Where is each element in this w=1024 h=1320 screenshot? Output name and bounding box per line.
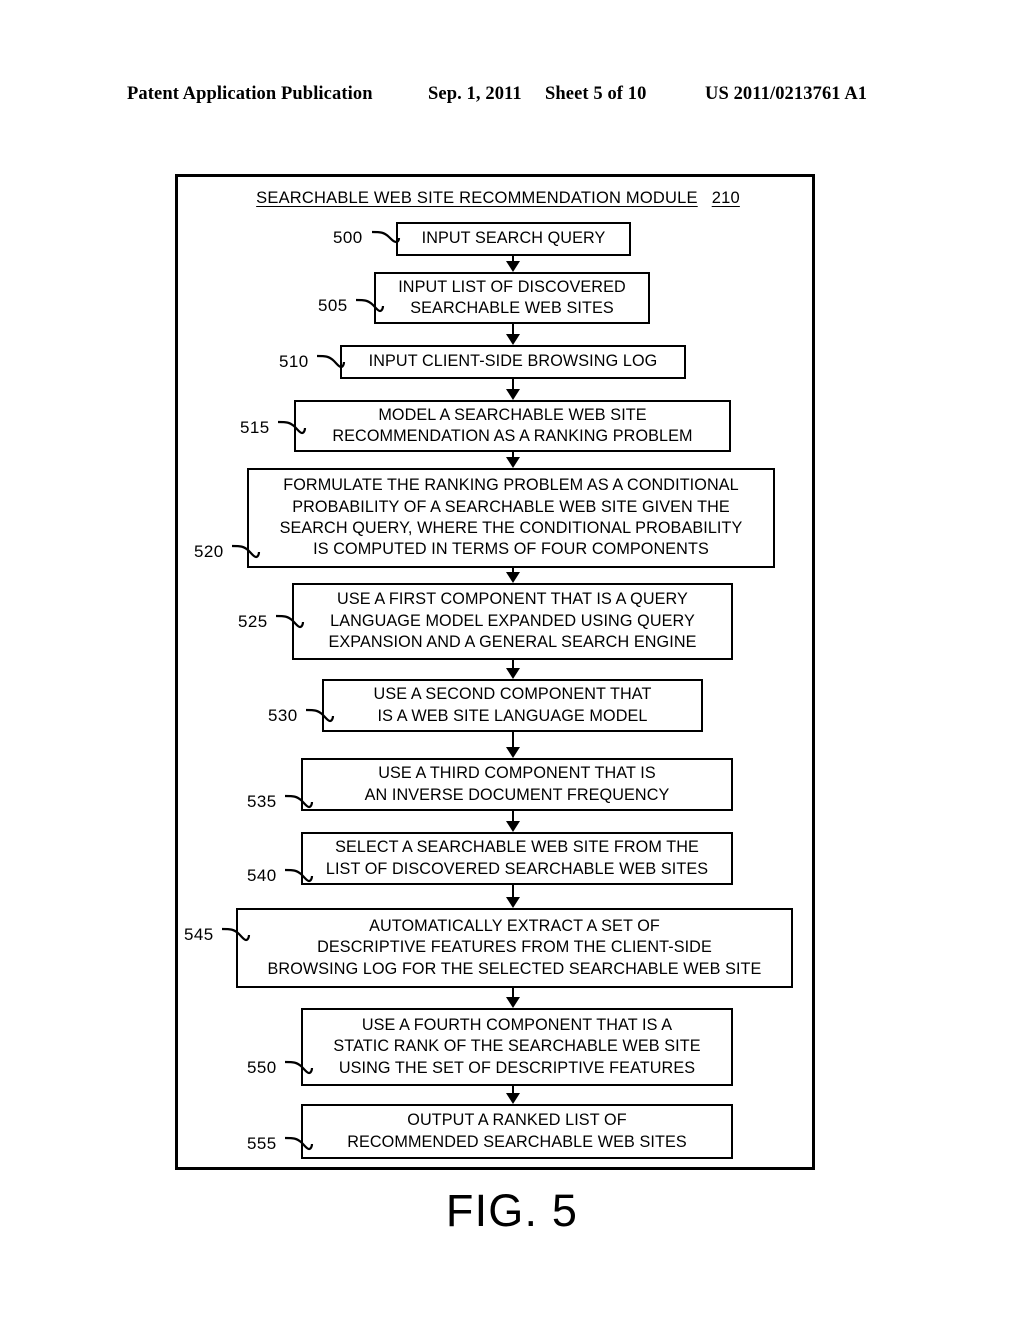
flow-box-525-line-3: EXPANSION AND A GENERAL SEARCH ENGINE <box>328 633 697 652</box>
flow-box-525-line-1: USE A FIRST COMPONENT THAT IS A QUERY <box>337 590 688 609</box>
flow-box-520-line-1: FORMULATE THE RANKING PROBLEM AS A CONDI… <box>283 476 739 495</box>
ref-numeral-550: 550 <box>247 1058 277 1077</box>
flow-box-555[interactable]: OUTPUT A RANKED LIST OF RECOMMENDED SEAR… <box>301 1104 733 1159</box>
flow-box-525-line-2: LANGUAGE MODEL EXPANDED USING QUERY <box>330 611 695 630</box>
flow-box-545-line-3: BROWSING LOG FOR THE SELECTED SEARCHABLE… <box>267 959 762 978</box>
flow-box-540-line-1: SELECT A SEARCHABLE WEB SITE FROM THE <box>335 838 699 857</box>
connector-545-550-head <box>506 997 520 1008</box>
connector-520-525-head <box>506 572 520 583</box>
connector-545-550 <box>512 988 514 997</box>
ref-numeral-525: 525 <box>238 612 268 631</box>
connector-510-515-head <box>506 389 520 400</box>
header-date-label: Sep. 1, 2011 <box>428 84 522 104</box>
ref-numeral-555: 555 <box>247 1134 277 1153</box>
flow-box-545[interactable]: AUTOMATICALLY EXTRACT A SET OF DESCRIPTI… <box>236 908 793 988</box>
ref-numeral-530: 530 <box>268 706 298 725</box>
flow-box-530-line-1: USE A SECOND COMPONENT THAT <box>373 685 652 704</box>
connector-525-530 <box>512 660 514 668</box>
flow-box-535[interactable]: USE A THIRD COMPONENT THAT IS AN INVERSE… <box>301 758 733 811</box>
flow-box-515[interactable]: MODEL A SEARCHABLE WEB SITE RECOMMENDATI… <box>294 400 731 452</box>
flow-box-530[interactable]: USE A SECOND COMPONENT THAT IS A WEB SIT… <box>322 679 703 732</box>
flow-box-520-line-2: PROBABILITY OF A SEARCHABLE WEB SITE GIV… <box>292 497 730 516</box>
flow-box-550-line-1: USE A FOURTH COMPONENT THAT IS A <box>361 1015 673 1034</box>
flow-box-515-line-2: RECOMMENDATION AS A RANKING PROBLEM <box>332 427 693 445</box>
header-sheet-label: Sheet 5 of 10 <box>545 84 647 104</box>
ref-numeral-535: 535 <box>247 792 277 811</box>
flow-box-525[interactable]: USE A FIRST COMPONENT THAT IS A QUERY LA… <box>292 583 733 660</box>
connector-540-545-head <box>506 897 520 908</box>
flow-box-550-line-2: STATIC RANK OF THE SEARCHABLE WEB SITE <box>333 1037 701 1056</box>
ref-numeral-515: 515 <box>240 418 270 437</box>
flow-box-510[interactable]: INPUT CLIENT-SIDE BROWSING LOG <box>340 345 686 379</box>
connector-530-535 <box>512 732 514 747</box>
flow-box-550[interactable]: USE A FOURTH COMPONENT THAT IS A STATIC … <box>301 1008 733 1086</box>
flow-box-515-line-1: MODEL A SEARCHABLE WEB SITE <box>378 405 647 424</box>
connector-530-535-head <box>506 747 520 758</box>
lead-line-540 <box>284 868 314 883</box>
flow-box-505-line-1: INPUT LIST OF DISCOVERED <box>398 277 626 296</box>
flow-box-535-line-2: AN INVERSE DOCUMENT FREQUENCY <box>364 785 670 804</box>
flow-box-540[interactable]: SELECT A SEARCHABLE WEB SITE FROM THE LI… <box>301 832 733 885</box>
connector-515-520-head <box>506 457 520 468</box>
lead-line-520 <box>231 544 261 559</box>
flow-box-520[interactable]: FORMULATE THE RANKING PROBLEM AS A CONDI… <box>247 468 775 568</box>
lead-line-505 <box>355 298 385 313</box>
flow-box-505-line-2: SEARCHABLE WEB SITES <box>410 299 614 317</box>
figure-caption: FIG. 5 <box>445 1185 579 1236</box>
flow-box-510-line-1: INPUT CLIENT-SIDE BROWSING LOG <box>368 352 658 371</box>
flow-box-545-line-1: AUTOMATICALLY EXTRACT A SET OF <box>369 916 660 935</box>
flow-box-545-line-2: DESCRIPTIVE FEATURES FROM THE CLIENT-SID… <box>317 938 712 957</box>
lead-line-545 <box>221 927 251 942</box>
connector-510-515 <box>512 379 514 389</box>
header-publication-label: Patent Application Publication <box>127 84 373 104</box>
flow-box-535-line-1: USE A THIRD COMPONENT THAT IS <box>378 764 656 783</box>
flow-box-550-line-3: USING THE SET OF DESCRIPTIVE FEATURES <box>338 1058 696 1077</box>
flow-box-540-line-2: LIST OF DISCOVERED SEARCHABLE WEB SITES <box>325 859 709 878</box>
ref-numeral-520: 520 <box>194 542 224 561</box>
connector-540-545 <box>512 885 514 897</box>
flow-box-530-line-2: IS A WEB SITE LANGUAGE MODEL <box>377 706 648 725</box>
flow-box-555-line-1: OUTPUT A RANKED LIST OF <box>407 1111 627 1130</box>
flow-box-520-line-4: IS COMPUTED IN TERMS OF FOUR COMPONENTS <box>313 540 709 559</box>
header-patent-number: US 2011/0213761 A1 <box>705 84 868 104</box>
ref-numeral-545: 545 <box>184 925 214 944</box>
lead-line-515 <box>277 420 307 435</box>
flow-box-520-line-3: SEARCH QUERY, WHERE THE CONDITIONAL PROB… <box>279 519 743 537</box>
flow-box-555-line-2: RECOMMENDED SEARCHABLE WEB SITES <box>347 1132 687 1151</box>
lead-line-500 <box>371 230 401 244</box>
connector-550-555 <box>512 1086 514 1093</box>
lead-line-510 <box>316 354 346 369</box>
lead-line-525 <box>275 614 305 629</box>
module-title-text: SEARCHABLE WEB SITE RECOMMENDATION MODUL… <box>256 189 698 207</box>
module-title-ref: 210 <box>711 189 740 207</box>
flow-box-500-line-1: INPUT SEARCH QUERY <box>421 229 606 248</box>
lead-line-555 <box>284 1136 314 1151</box>
module-title: SEARCHABLE WEB SITE RECOMMENDATION MODUL… <box>178 189 818 208</box>
connector-550-555-head <box>506 1093 520 1104</box>
ref-numeral-540: 540 <box>247 866 277 885</box>
flow-box-505[interactable]: INPUT LIST OF DISCOVERED SEARCHABLE WEB … <box>374 272 650 324</box>
connector-500-505-head <box>506 261 520 272</box>
connector-505-510 <box>512 324 514 334</box>
ref-numeral-500: 500 <box>333 228 363 247</box>
flow-box-500[interactable]: INPUT SEARCH QUERY <box>396 222 631 256</box>
connector-525-530-head <box>506 668 520 679</box>
connector-535-540-head <box>506 821 520 832</box>
connector-505-510-head <box>506 334 520 345</box>
ref-numeral-505: 505 <box>318 296 348 315</box>
lead-line-535 <box>284 794 314 809</box>
ref-numeral-510: 510 <box>279 352 309 371</box>
lead-line-530 <box>305 708 335 723</box>
lead-line-550 <box>284 1060 314 1075</box>
connector-535-540 <box>512 811 514 821</box>
patent-header: Patent Application Publication Sep. 1, 2… <box>0 84 1024 110</box>
